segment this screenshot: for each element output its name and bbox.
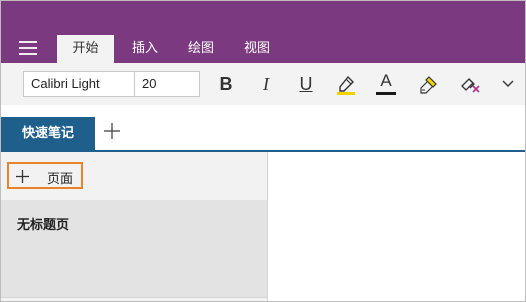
ribbon-more-button[interactable] — [495, 71, 521, 97]
page-list-pane: 页面 无标题页 — [1, 152, 268, 301]
italic-button[interactable]: I — [253, 71, 279, 97]
tab-view[interactable]: 视图 — [235, 35, 279, 63]
hamburger-menu-icon[interactable] — [19, 41, 37, 55]
chevron-down-icon — [502, 80, 514, 87]
plus-icon — [16, 170, 29, 183]
section-tab-quick-notes[interactable]: 快速笔记 — [1, 117, 95, 150]
tab-insert[interactable]: 插入 — [123, 35, 167, 63]
highlight-button[interactable] — [333, 71, 359, 97]
font-color-button[interactable]: A — [373, 71, 399, 97]
plus-icon — [104, 123, 120, 139]
tab-draw[interactable]: 绘图 — [179, 35, 223, 63]
underline-button[interactable]: U — [293, 71, 319, 97]
format-painter-icon — [420, 76, 437, 94]
pane-bottom-border — [1, 297, 267, 298]
add-page-button[interactable]: 页面 — [7, 162, 83, 189]
add-section-button[interactable] — [102, 121, 122, 141]
note-canvas[interactable] — [268, 152, 525, 301]
page-item[interactable]: 无标题页 — [1, 200, 267, 297]
bold-button[interactable]: B — [213, 71, 239, 97]
page-title: 无标题页 — [17, 218, 70, 233]
onenote-window: 开始 插入 绘图 视图 Calibri Light 20 B I U A 快速笔… — [0, 0, 526, 302]
eraser-icon — [461, 78, 480, 93]
format-painter-button[interactable] — [415, 71, 441, 97]
add-page-label: 页面 — [47, 172, 74, 187]
highlighter-icon — [337, 75, 355, 95]
font-name-field[interactable]: Calibri Light — [23, 71, 135, 97]
section-bar: 快速笔记 — [1, 105, 525, 150]
font-color-glyph: A — [380, 71, 392, 90]
tab-home[interactable]: 开始 — [57, 35, 114, 63]
title-bar: 开始 插入 绘图 视图 — [1, 1, 525, 63]
font-color-swatch — [376, 92, 396, 95]
font-size-field[interactable]: 20 — [134, 71, 200, 97]
clear-formatting-button[interactable] — [457, 71, 483, 97]
ribbon-toolbar: Calibri Light 20 B I U A — [1, 63, 525, 105]
